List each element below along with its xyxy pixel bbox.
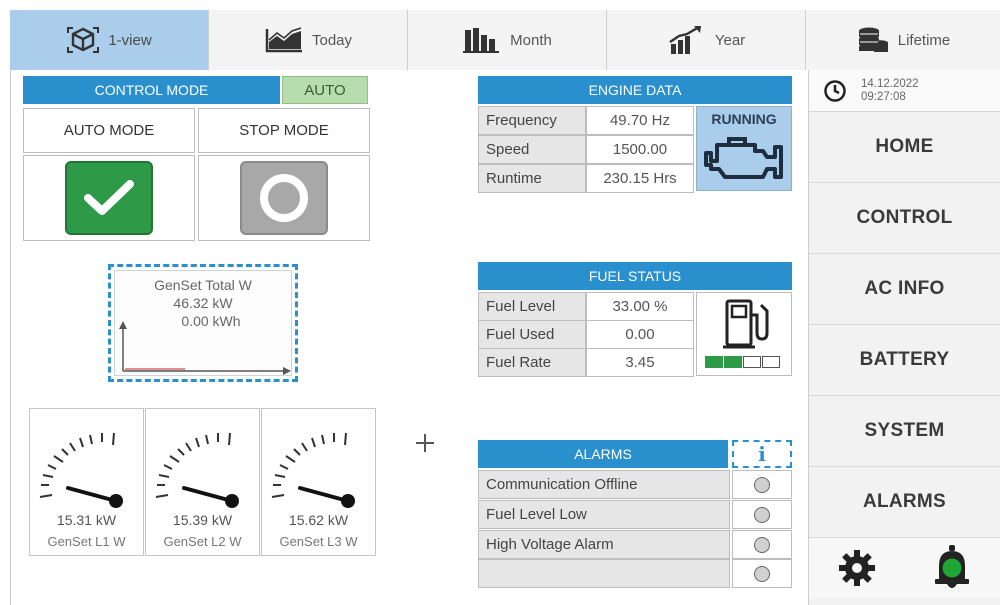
fuel-level-segment <box>724 356 742 368</box>
nav-ac-info[interactable]: AC INFO <box>809 254 1000 325</box>
tab-1-view[interactable]: 1-view <box>10 10 209 70</box>
area-chart-icon <box>265 27 302 53</box>
auto-mode-button[interactable] <box>65 161 153 235</box>
engine-row-value: 49.70 Hz <box>586 106 694 135</box>
engine-status-text: RUNNING <box>711 111 777 127</box>
clock-row: 14.12.2022 09:27:08 <box>809 70 1000 112</box>
alarm-indicator <box>732 530 792 559</box>
tab-label: 1-view <box>108 31 152 49</box>
alarm-indicator <box>732 470 792 499</box>
auto-mode-cell <box>23 155 195 241</box>
engine-row-value: 230.15 Hrs <box>586 164 694 193</box>
stop-mode-label: STOP MODE <box>198 108 370 153</box>
fuel-row-value: 3.45 <box>586 348 694 377</box>
stop-mode-button[interactable] <box>240 161 328 235</box>
engine-row-value: 1500.00 <box>586 135 694 164</box>
growth-chart-icon <box>669 25 701 54</box>
genset-total-chart: GenSet Total W 46.32 kW 0.00 kWh <box>114 270 292 376</box>
engine-data-header: ENGINE DATA <box>478 76 792 104</box>
tab-year[interactable]: Year <box>607 10 806 70</box>
engine-row-label: Frequency <box>478 106 586 135</box>
tab-month[interactable]: Month <box>408 10 607 70</box>
alarm-led-icon <box>754 506 770 523</box>
gauge-l3-label: GenSet L3 W <box>279 534 358 549</box>
fuel-row-value: 0.00 <box>586 320 694 349</box>
clock-icon <box>824 79 846 102</box>
bar-chart-icon <box>463 28 500 53</box>
nav-battery[interactable]: BATTERY <box>809 325 1000 396</box>
alarm-row-label: High Voltage Alarm <box>478 530 730 559</box>
fuel-level-segment <box>705 356 723 368</box>
checkmark-icon <box>84 180 134 215</box>
gauge-dial-icon <box>39 432 123 508</box>
alarm-led-icon <box>754 536 770 553</box>
engine-row-label: Runtime <box>478 164 586 193</box>
alarm-indicator <box>732 559 792 588</box>
sidebar: 14.12.2022 09:27:08 HOME CONTROL AC INFO… <box>808 70 1000 605</box>
sidebar-footer <box>809 538 1000 598</box>
tab-label: Today <box>311 31 353 49</box>
fuel-gauge-panel <box>696 292 792 376</box>
gauge-l2-value: 15.39 kW <box>172 512 233 528</box>
control-mode-header: CONTROL MODE <box>23 76 280 104</box>
coins-stack-icon <box>858 27 888 52</box>
fuel-pump-icon <box>723 299 769 349</box>
fuel-row-value: 33.00 % <box>586 292 694 321</box>
alarms-header: ALARMS <box>478 440 728 468</box>
alarm-indicator <box>732 500 792 529</box>
fuel-level-segment <box>762 356 780 368</box>
stop-mode-cell <box>198 155 370 241</box>
alarm-led-icon <box>754 565 770 582</box>
gauge-dial-icon <box>155 432 239 508</box>
tab-label: Lifetime <box>897 31 951 49</box>
gauge-l1[interactable]: 15.31 kW GenSet L1 W <box>29 408 144 556</box>
gauge-l2[interactable]: 15.39 kW GenSet L2 W <box>145 408 260 556</box>
datetime: 14.12.2022 09:27:08 <box>861 78 919 104</box>
fuel-row-label: Fuel Rate <box>478 348 586 377</box>
stop-circle-icon <box>260 174 308 222</box>
auto-mode-label: AUTO MODE <box>23 108 195 153</box>
alarms-info-button[interactable]: i <box>732 440 792 468</box>
fuel-row-label: Fuel Level <box>478 292 586 321</box>
alarm-row-label: Communication Offline <box>478 470 730 499</box>
cube-icon <box>67 27 100 53</box>
genset-total-panel[interactable]: GenSet Total W 46.32 kW 0.00 kWh <box>108 264 298 382</box>
alarm-led-icon <box>754 476 770 493</box>
gauge-dial-icon <box>271 432 355 508</box>
tab-today[interactable]: Today <box>209 10 408 70</box>
info-icon: i <box>758 442 766 466</box>
nav-home[interactable]: HOME <box>809 112 1000 183</box>
nav-system[interactable]: SYSTEM <box>809 396 1000 467</box>
engine-status-panel: RUNNING <box>696 106 792 191</box>
time-text: 09:27:08 <box>861 90 906 103</box>
control-mode-state-badge: AUTO <box>282 76 368 104</box>
nav-control[interactable]: CONTROL <box>809 183 1000 254</box>
mini-trend-axes <box>119 321 291 375</box>
gauge-l1-value: 15.31 kW <box>56 512 117 528</box>
tab-label: Year <box>714 31 746 49</box>
gauge-l1-label: GenSet L1 W <box>47 534 126 549</box>
fuel-status-header: FUEL STATUS <box>478 262 792 290</box>
alarm-bell-icon[interactable] <box>932 544 972 592</box>
gauge-l2-label: GenSet L2 W <box>163 534 242 549</box>
tab-lifetime[interactable]: Lifetime <box>806 10 1000 70</box>
date-text: 14.12.2022 <box>861 77 919 90</box>
fuel-row-label: Fuel Used <box>478 320 586 349</box>
alarm-row-label <box>478 559 730 588</box>
settings-gear-icon[interactable] <box>837 548 877 588</box>
nav-alarms[interactable]: ALARMS <box>809 467 1000 538</box>
top-tab-bar: 1-view Today Month Year Lifetime <box>10 10 1000 70</box>
fuel-level-segment <box>743 356 761 368</box>
gauge-l3-value: 15.62 kW <box>288 512 349 528</box>
alarm-row-label: Fuel Level Low <box>478 500 730 529</box>
tab-label: Month <box>510 31 552 49</box>
engine-icon <box>704 137 783 179</box>
engine-row-label: Speed <box>478 135 586 164</box>
gauge-l3[interactable]: 15.62 kW GenSet L3 W <box>261 408 376 556</box>
cursor-crosshair-icon <box>414 432 436 458</box>
left-border <box>10 70 11 605</box>
